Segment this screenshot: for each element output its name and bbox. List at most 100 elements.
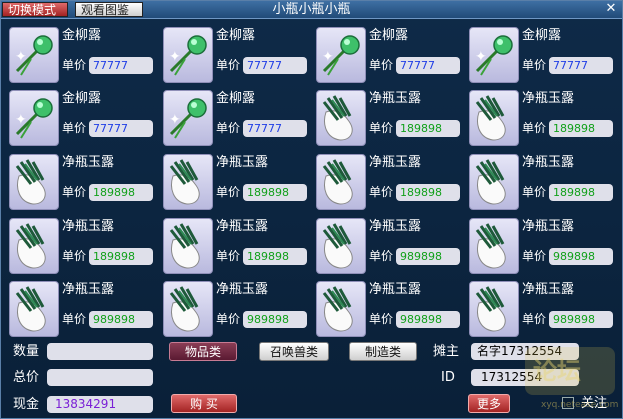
stall-item[interactable]: 净瓶玉露 单价 189898	[9, 154, 155, 210]
item-name: 金柳露	[216, 91, 256, 106]
svg-text:✦: ✦	[322, 49, 334, 65]
stall-item[interactable]: 净瓶玉露 单价 989898	[469, 218, 615, 274]
stall-item[interactable]: ✦ 金柳露单价 77777	[9, 27, 155, 83]
stall-item[interactable]: 净瓶玉露 单价 989898	[163, 281, 309, 337]
jingping-yulu-item-icon[interactable]	[316, 281, 366, 337]
jingping-yulu-item-icon[interactable]	[469, 218, 519, 274]
total-field	[47, 369, 153, 386]
quantity-input[interactable]	[47, 343, 153, 360]
price-field: 189898	[243, 184, 307, 201]
jingping-yulu-item-icon[interactable]	[9, 281, 59, 337]
stall-owner-label: 摊主	[433, 344, 460, 359]
price-field: 77777	[396, 57, 460, 74]
price-field: 989898	[89, 311, 153, 328]
price-label: 单价	[369, 121, 394, 135]
price-field: 189898	[549, 120, 613, 137]
jingping-yulu-item-icon[interactable]	[316, 218, 366, 274]
stall-item[interactable]: 净瓶玉露 单价 989898	[316, 281, 462, 337]
price-label: 单价	[522, 121, 547, 135]
category-make-button[interactable]: 制造类	[349, 342, 417, 361]
stall-item[interactable]: ✦ 金柳露 单价 77777	[316, 27, 462, 83]
jingping-yulu-item-icon[interactable]	[316, 90, 366, 146]
stall-window: 小瓶小瓶小瓶 切换模式 观看图鉴 ✕ ✦ 金柳露 单价 77777 ✦ 金柳露 单价 7…	[0, 0, 623, 419]
stall-item[interactable]: 净瓶玉露单价 189898	[469, 154, 615, 210]
stall-item[interactable]: ✦ 金柳露 单价 77777	[469, 27, 615, 83]
stall-item[interactable]: 净瓶玉露 单价 989898	[316, 218, 462, 274]
price-label: 单价	[216, 312, 241, 326]
id-label: ID	[441, 370, 455, 385]
jingping-yulu-item-icon[interactable]	[163, 281, 213, 337]
item-name: 净瓶玉露	[62, 282, 115, 297]
stall-item[interactable]: 净瓶玉露 单价 189898	[469, 90, 615, 146]
jingping-yulu-item-icon[interactable]	[163, 218, 213, 274]
price-label: 单价	[522, 249, 547, 263]
view-gallery-button[interactable]: 观看图鉴	[75, 2, 143, 17]
price-field: 189898	[396, 120, 460, 137]
price-field: 77777	[89, 57, 153, 74]
item-name: 净瓶玉露	[62, 155, 115, 170]
price-field: 989898	[549, 311, 613, 328]
stall-item[interactable]: 净瓶玉露 单价 189898	[163, 218, 309, 274]
svg-text:✦: ✦	[169, 112, 181, 128]
item-name: 净瓶玉露	[522, 282, 575, 297]
stall-item[interactable]: 净瓶玉露 单价 189898	[163, 154, 309, 210]
jinliulu-item-icon[interactable]: ✦	[9, 90, 59, 146]
switch-mode-button[interactable]: 切换模式	[2, 2, 68, 17]
jingping-yulu-item-icon[interactable]	[469, 90, 519, 146]
category-pets-button[interactable]: 召唤兽类	[259, 342, 329, 361]
stall-item[interactable]: ✦ 金柳露 单价 77777	[163, 27, 309, 83]
item-name: 净瓶玉露	[369, 155, 422, 170]
price-label: 单价	[216, 185, 241, 199]
price-field: 189898	[549, 184, 613, 201]
price-field: 189898	[396, 184, 460, 201]
item-name: 净瓶玉露	[522, 155, 575, 170]
stall-item[interactable]: 净瓶玉露单价 989898	[9, 281, 155, 337]
title-bar: 小瓶小瓶小瓶 切换模式 观看图鉴 ✕	[1, 1, 622, 19]
price-label: 单价	[62, 312, 87, 326]
price-label: 单价	[369, 249, 394, 263]
item-name: 净瓶玉露	[369, 219, 422, 234]
svg-text:✦: ✦	[15, 112, 27, 128]
item-name: 净瓶玉露	[522, 219, 575, 234]
jinliulu-item-icon[interactable]: ✦	[163, 90, 213, 146]
stall-item[interactable]: 净瓶玉露 单价 189898	[316, 154, 462, 210]
price-label: 单价	[62, 58, 87, 72]
stall-item[interactable]: 净瓶玉露单价 989898	[469, 281, 615, 337]
stall-item[interactable]: ✦ 金柳露 单价 77777	[9, 90, 155, 146]
jinliulu-item-icon[interactable]: ✦	[9, 27, 59, 83]
jingping-yulu-item-icon[interactable]	[163, 154, 213, 210]
jingping-yulu-item-icon[interactable]	[469, 281, 519, 337]
jinliulu-item-icon[interactable]: ✦	[316, 27, 366, 83]
item-name: 净瓶玉露	[369, 91, 422, 106]
jingping-yulu-item-icon[interactable]	[9, 154, 59, 210]
category-items-button[interactable]: 物品类	[169, 342, 237, 361]
cash-label: 现金	[13, 397, 40, 412]
stall-item[interactable]: ✦ 金柳露 单价 77777	[163, 90, 309, 146]
item-name: 金柳露	[369, 28, 409, 43]
price-field: 77777	[89, 120, 153, 137]
price-label: 单价	[522, 185, 547, 199]
price-field: 989898	[396, 311, 460, 328]
jingping-yulu-item-icon[interactable]	[469, 154, 519, 210]
stall-item[interactable]: 净瓶玉露单价 189898	[316, 90, 462, 146]
svg-text:✦: ✦	[15, 49, 27, 65]
quantity-label: 数量	[13, 344, 40, 359]
stall-item[interactable]: 净瓶玉露 单价 189898	[9, 218, 155, 274]
price-label: 单价	[522, 58, 547, 72]
price-field: 989898	[243, 311, 307, 328]
svg-text:论坛: 论坛	[533, 357, 581, 385]
price-field: 189898	[89, 248, 153, 265]
item-name: 金柳露	[62, 28, 102, 43]
price-field: 77777	[243, 57, 307, 74]
close-icon[interactable]: ✕	[604, 2, 618, 16]
jingping-yulu-item-icon[interactable]	[316, 154, 366, 210]
price-label: 单价	[216, 58, 241, 72]
price-field: 77777	[243, 120, 307, 137]
price-label: 单价	[522, 312, 547, 326]
jinliulu-item-icon[interactable]: ✦	[163, 27, 213, 83]
jingping-yulu-item-icon[interactable]	[9, 218, 59, 274]
more-button[interactable]: 更多	[468, 394, 510, 413]
jinliulu-item-icon[interactable]: ✦	[469, 27, 519, 83]
item-name: 净瓶玉露	[216, 219, 269, 234]
buy-button[interactable]: 购 买	[171, 394, 237, 413]
